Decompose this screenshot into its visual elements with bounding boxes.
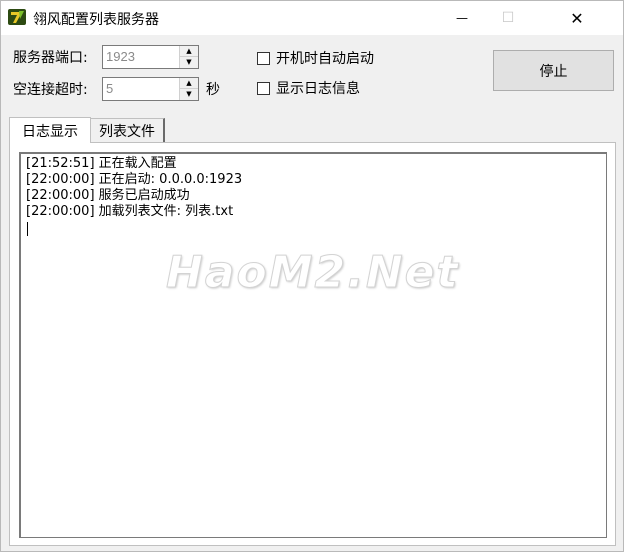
port-value[interactable]: 1923 <box>106 49 135 64</box>
timeout-spin-down-icon[interactable]: ▼ <box>180 89 198 100</box>
port-label: 服务器端口: <box>13 50 88 66</box>
maximize-button[interactable]: ☐ <box>485 1 531 35</box>
log-line: [22:00:00] 正在启动: 0.0.0.0:1923 <box>26 172 243 187</box>
timeout-value[interactable]: 5 <box>106 81 113 96</box>
log-textarea[interactable]: [21:52:51] 正在载入配置 [22:00:00] 正在启动: 0.0.0… <box>19 152 607 538</box>
watermark: HaoM2.Net <box>166 247 460 299</box>
maximize-icon: ☐ <box>501 10 515 26</box>
timeout-label: 空连接超时: <box>13 82 88 98</box>
timeout-spin-buttons[interactable]: ▲ ▼ <box>179 78 198 100</box>
app-logo-icon <box>8 9 26 25</box>
title-bar[interactable]: 翎风配置列表服务器 — ☐ ✕ <box>1 1 623 35</box>
port-spin-down-icon[interactable]: ▼ <box>180 57 198 68</box>
stop-button[interactable]: 停止 <box>493 50 614 91</box>
showlog-checkbox[interactable] <box>257 82 270 95</box>
autostart-checkbox[interactable] <box>257 52 270 65</box>
text-caret <box>27 222 28 236</box>
minimize-icon: — <box>456 11 468 25</box>
timeout-spin-up-icon[interactable]: ▲ <box>180 78 198 89</box>
log-line: [22:00:00] 加载列表文件: 列表.txt <box>26 204 234 219</box>
main-window: 翎风配置列表服务器 — ☐ ✕ 服务器端口: 1923 ▲ ▼ 空连接超时: 5… <box>0 0 624 552</box>
timeout-spinner[interactable]: 5 ▲ ▼ <box>102 77 199 101</box>
showlog-label[interactable]: 显示日志信息 <box>276 78 360 98</box>
timeout-unit: 秒 <box>206 82 220 98</box>
close-icon: ✕ <box>570 8 584 28</box>
tab-log[interactable]: 日志显示 <box>9 117 91 143</box>
port-spin-up-icon[interactable]: ▲ <box>180 46 198 57</box>
autostart-label[interactable]: 开机时自动启动 <box>276 48 374 68</box>
minimize-button[interactable]: — <box>439 1 485 35</box>
log-line: [21:52:51] 正在载入配置 <box>26 156 177 171</box>
window-title: 翎风配置列表服务器 <box>33 12 159 28</box>
port-spinner[interactable]: 1923 ▲ ▼ <box>102 45 199 69</box>
port-spin-buttons[interactable]: ▲ ▼ <box>179 46 198 68</box>
tab-list-files[interactable]: 列表文件 <box>91 118 165 142</box>
log-line: [22:00:00] 服务已启动成功 <box>26 188 190 203</box>
close-button[interactable]: ✕ <box>531 1 623 35</box>
